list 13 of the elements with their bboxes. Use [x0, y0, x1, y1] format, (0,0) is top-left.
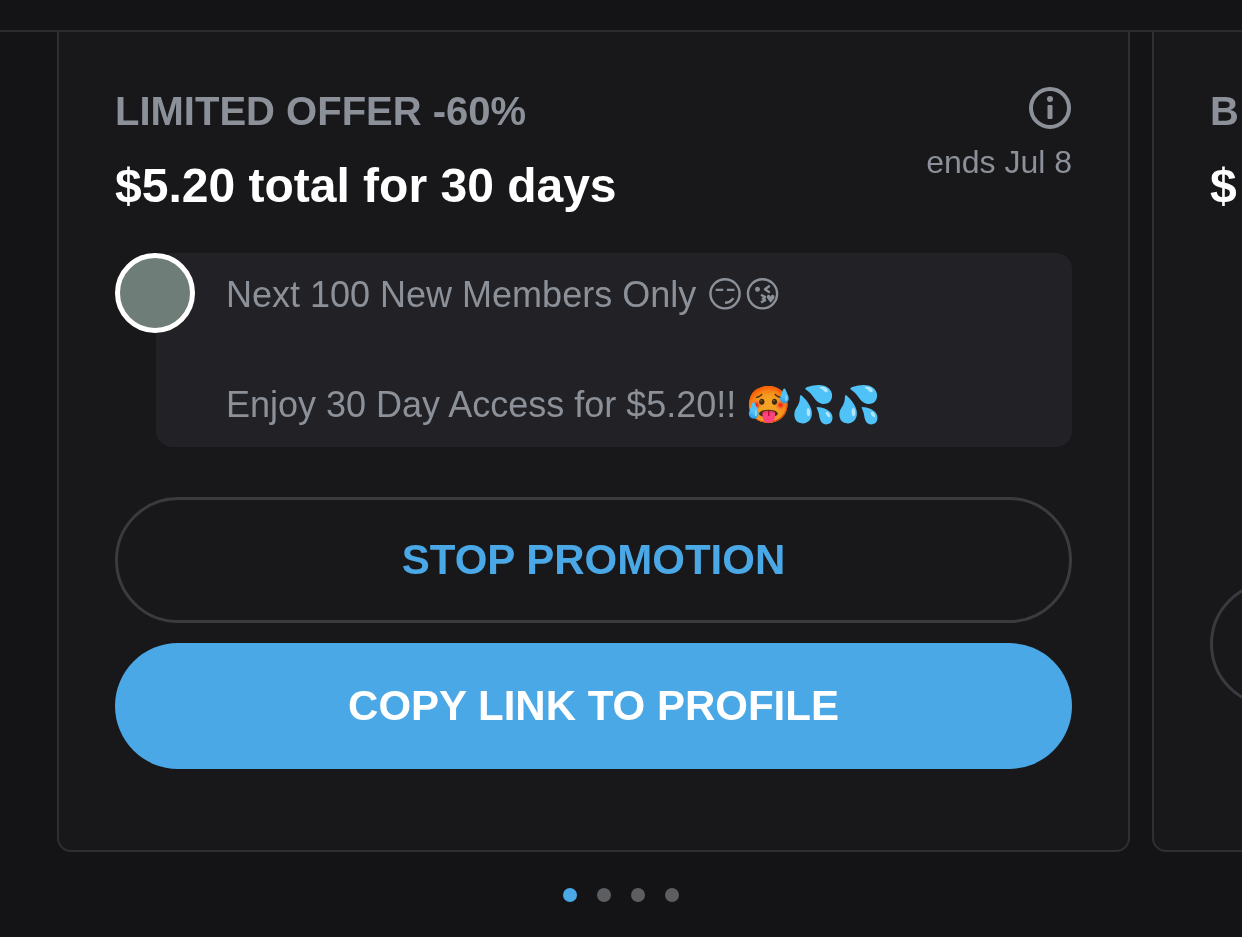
pager-dot[interactable]	[597, 888, 611, 902]
outline-button[interactable]: STOP PROMOTION	[115, 497, 1072, 623]
offer-price: $5.20 total for 30 days	[115, 158, 617, 213]
message-text: Next 100 New Members Only 😏😘	[226, 273, 783, 317]
message-text: Enjoy 30 Day Access for $5.20!! 🥵💦💦	[226, 383, 883, 427]
pager-dot[interactable]	[665, 888, 679, 902]
info-icon[interactable]	[1028, 86, 1072, 130]
offer-title: LIMITED OFFER -60%	[115, 88, 528, 135]
pager-dot[interactable]	[563, 888, 577, 902]
pager-dot[interactable]	[631, 888, 645, 902]
offer-expiry: ends Jul 8	[926, 144, 1072, 181]
offer-price: $	[1210, 158, 1238, 213]
offer-title: B	[1210, 88, 1239, 135]
